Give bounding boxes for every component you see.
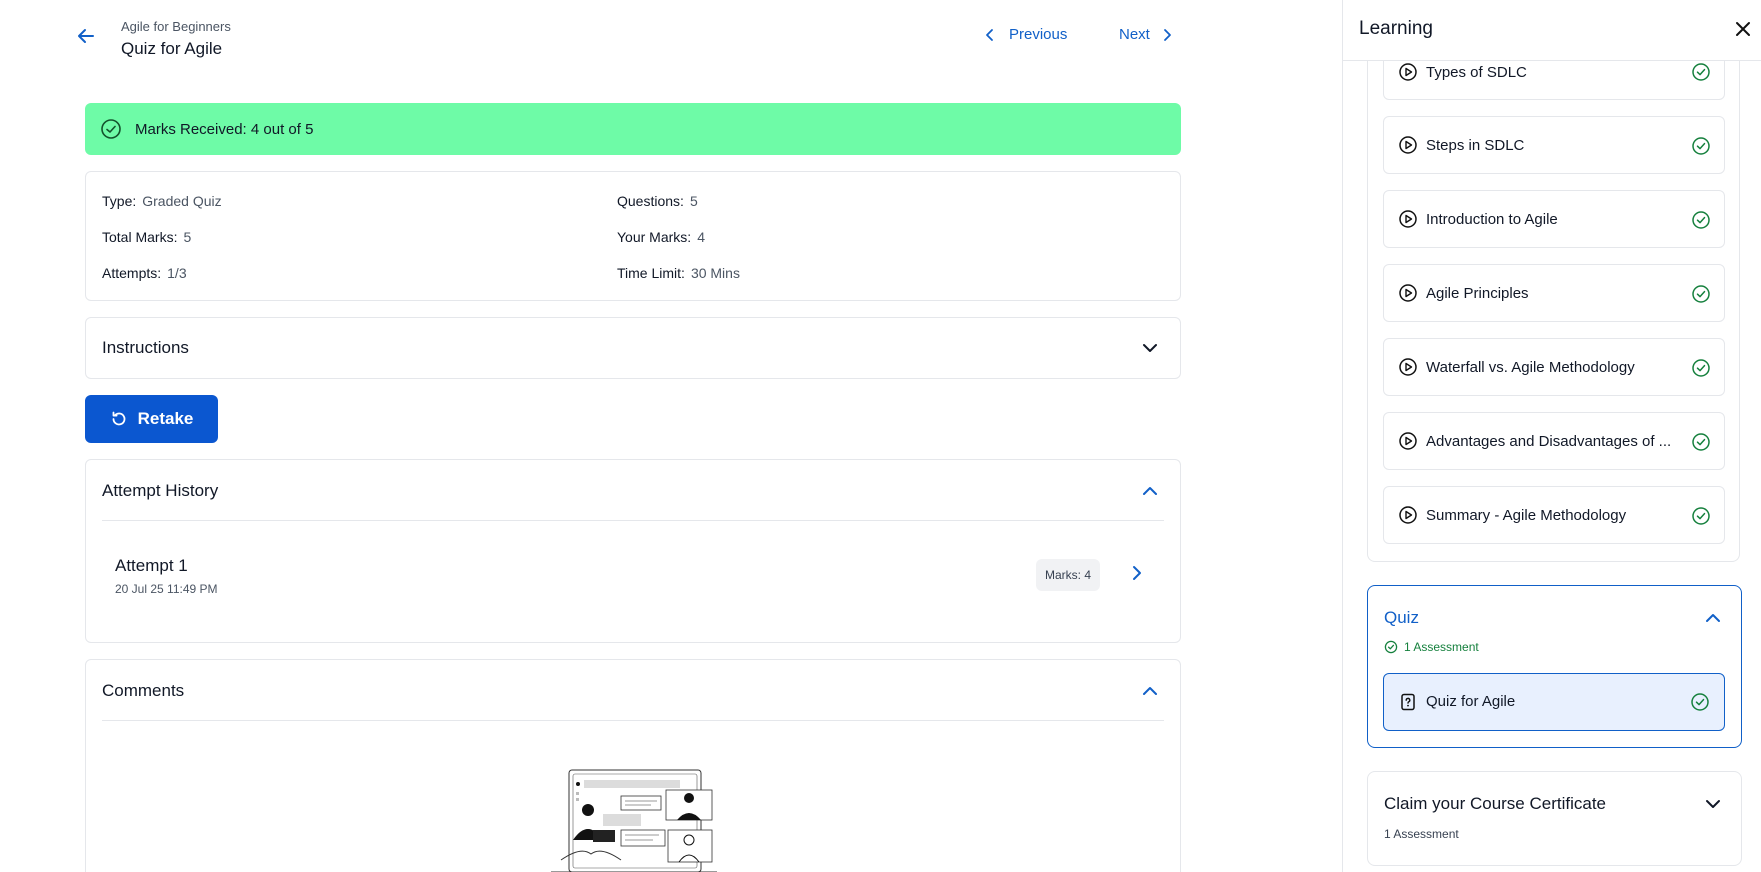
lesson-label: Waterfall vs. Agile Methodology: [1426, 358, 1635, 376]
check-circle-icon: [1692, 137, 1710, 155]
page-title: Quiz for Agile: [121, 39, 223, 58]
certificate-section-title: Claim your Course Certificate: [1384, 794, 1607, 813]
info-time-limit: Time Limit: 30 Mins: [617, 265, 740, 281]
quiz-item-quiz-for-agile[interactable]: Quiz for Agile: [1383, 673, 1725, 731]
chevron-right-icon: [1163, 28, 1171, 41]
check-circle-icon: [1692, 63, 1710, 81]
attempt-title: Attempt 1: [115, 556, 188, 575]
refresh-icon: [112, 411, 125, 426]
sidebar-title: Learning: [1359, 18, 1433, 39]
quiz-section-title[interactable]: Quiz: [1384, 608, 1419, 628]
previous-button[interactable]: Previous: [985, 26, 1067, 43]
lesson-label: Introduction to Agile: [1426, 210, 1558, 228]
check-circle-icon: [1691, 693, 1709, 711]
info-type: Type: Graded Quiz: [102, 193, 222, 209]
attempt-history-title: Attempt History: [102, 481, 219, 500]
lesson-label: Advantages and Disadvantages of ...: [1426, 432, 1672, 450]
banner-text: Marks Received: 4 out of 5: [135, 120, 314, 138]
play-circle-icon: [1399, 284, 1417, 302]
next-label: Next: [1119, 26, 1150, 43]
sidebar-header: Learning: [1343, 0, 1761, 61]
lesson-item-steps-in-sdlc[interactable]: Steps in SDLC: [1383, 116, 1725, 174]
check-circle-icon: [1692, 507, 1710, 525]
quiz-document-icon: [1401, 693, 1415, 711]
lesson-label: Summary - Agile Methodology: [1426, 506, 1627, 524]
previous-label: Previous: [1009, 26, 1068, 43]
arrow-left-icon: [78, 29, 94, 43]
lesson-label: Types of SDLC: [1426, 64, 1527, 81]
play-circle-icon: [1399, 210, 1417, 228]
comments-section: Comments: [85, 659, 1181, 872]
chevron-down-icon[interactable]: [1703, 794, 1723, 814]
info-questions: Questions: 5: [617, 193, 698, 209]
chevron-right-icon[interactable]: [1126, 562, 1148, 584]
chevron-left-icon: [986, 28, 993, 41]
check-circle-icon: [1692, 211, 1710, 229]
retake-label: Retake: [137, 409, 194, 428]
lesson-item-summary-agile[interactable]: Summary - Agile Methodology: [1383, 486, 1725, 544]
play-circle-icon: [1399, 506, 1417, 524]
chevron-up-icon[interactable]: [1140, 681, 1160, 701]
info-your-marks: Your Marks: 4: [617, 229, 705, 245]
certificate-section[interactable]: Claim your Course Certificate 1 Assessme…: [1367, 771, 1742, 866]
chevron-up-icon[interactable]: [1140, 481, 1160, 501]
lesson-label: Agile Principles: [1426, 284, 1529, 302]
divider: [102, 520, 1164, 521]
learning-sidebar: Types of SDLC Steps in SDLC Introduction…: [1342, 0, 1761, 872]
check-circle-icon: [1692, 359, 1710, 377]
breadcrumb[interactable]: Agile for Beginners: [121, 19, 231, 34]
marks-received-banner: Marks Received: 4 out of 5: [85, 103, 1181, 155]
check-circle-icon: [1692, 433, 1710, 451]
info-attempts: Attempts: 1/3: [102, 265, 187, 281]
attempt-history-section: Attempt History Attempt 1 20 Jul 25 11:4…: [85, 459, 1181, 643]
lesson-item-agile-principles[interactable]: Agile Principles: [1383, 264, 1725, 322]
quiz-main-panel: Agile for Beginners Quiz for Agile Previ…: [0, 0, 1342, 872]
play-circle-icon: [1399, 63, 1417, 81]
lesson-item-waterfall-vs-agile[interactable]: Waterfall vs. Agile Methodology: [1383, 338, 1725, 396]
quiz-item-label: Quiz for Agile: [1426, 693, 1516, 710]
lesson-item-advantages-disadvantages[interactable]: Advantages and Disadvantages of ...: [1383, 412, 1725, 470]
close-icon[interactable]: [1731, 17, 1755, 41]
play-circle-icon: [1399, 358, 1417, 376]
check-circle-icon: [1384, 640, 1398, 654]
instructions-title: Instructions: [102, 338, 189, 357]
back-button[interactable]: [74, 24, 98, 48]
next-button[interactable]: Next: [1119, 26, 1172, 43]
certificate-section-subtitle: 1 Assessment: [1384, 827, 1459, 841]
check-circle-icon: [101, 119, 121, 139]
chevron-down-icon[interactable]: [1140, 338, 1160, 358]
check-circle-icon: [1692, 285, 1710, 303]
lesson-item-introduction-to-agile[interactable]: Introduction to Agile: [1383, 190, 1725, 248]
quiz-info-card: Type: Graded Quiz Questions: 5 Total Marks…: [85, 171, 1181, 301]
play-circle-icon: [1399, 136, 1417, 154]
play-circle-icon: [1399, 432, 1417, 450]
attempt-date: 20 Jul 25 11:49 PM: [115, 582, 218, 596]
instructions-accordion[interactable]: Instructions: [85, 317, 1181, 379]
comments-title: Comments: [102, 681, 185, 700]
lesson-label: Steps in SDLC: [1426, 136, 1525, 154]
retake-button[interactable]: Retake: [85, 395, 218, 443]
marks-badge: Marks: 4: [1036, 559, 1100, 591]
divider: [102, 720, 1164, 721]
info-total-marks: Total Marks: 5: [102, 229, 192, 245]
empty-comments-illustration: [551, 769, 717, 872]
quiz-section: Quiz 1 Assessment Quiz for Agile: [1367, 585, 1742, 748]
quiz-section-subtitle: 1 Assessment: [1384, 640, 1479, 654]
chevron-up-icon[interactable]: [1703, 608, 1723, 628]
